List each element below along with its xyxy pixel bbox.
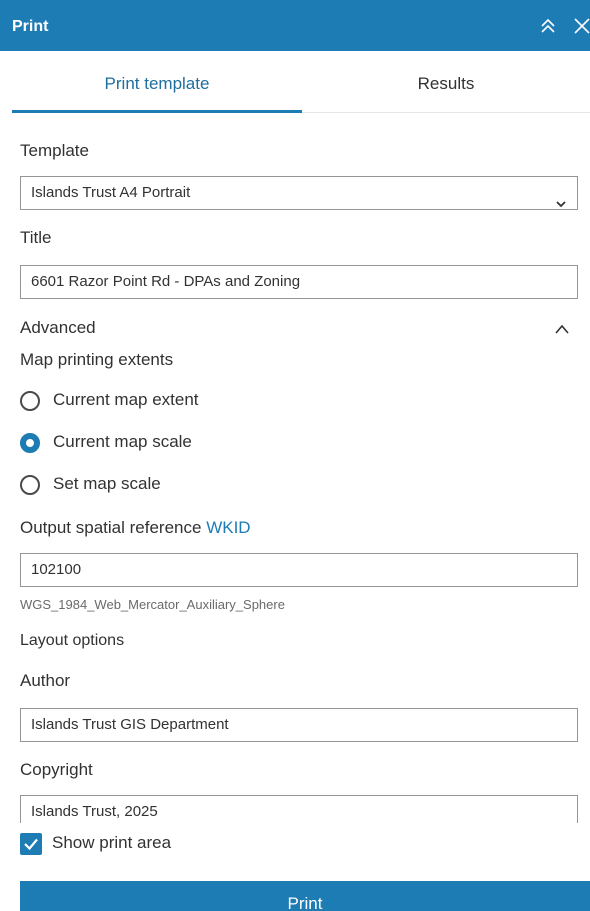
show-print-area-checkbox[interactable] <box>20 833 42 855</box>
chevron-down-icon <box>555 189 567 221</box>
show-print-area-label: Show print area <box>52 833 172 852</box>
radio-button-selected[interactable] <box>20 433 40 453</box>
radio-label: Set map scale <box>53 474 161 493</box>
close-icon[interactable] <box>572 16 590 36</box>
title-input[interactable]: 6601 Razor Point Rd - DPAs and Zoning <box>20 265 578 299</box>
print-button[interactable]: Print <box>20 881 590 911</box>
spatial-reference-name: WGS_1984_Web_Mercator_Auxiliary_Sphere <box>20 597 285 612</box>
wkid-input[interactable]: 102100 <box>20 553 578 587</box>
map-printing-extents-label: Map printing extents <box>20 350 174 369</box>
title-label: Title <box>20 228 52 247</box>
tab-print-template[interactable]: Print template <box>12 51 302 113</box>
radio-button[interactable] <box>20 475 40 495</box>
radio-label: Current map extent <box>53 390 199 409</box>
panel-title: Print <box>12 18 49 35</box>
author-label: Author <box>20 671 71 690</box>
tab-results[interactable]: Results <box>302 51 590 113</box>
author-input[interactable]: Islands Trust GIS Department <box>20 708 578 742</box>
chevron-up-icon[interactable] <box>554 322 570 340</box>
wkid-link[interactable]: WKID <box>206 518 250 537</box>
panel-header: Print <box>0 0 590 51</box>
tab-bar: Print template Results <box>12 51 590 113</box>
double-chevron-up-icon[interactable] <box>538 16 558 36</box>
copyright-input[interactable]: Islands Trust, 2025 <box>20 795 578 823</box>
radio-button[interactable] <box>20 391 40 411</box>
template-label: Template <box>20 141 89 160</box>
spatial-reference-text: Output spatial reference <box>20 518 202 537</box>
checkmark-icon <box>24 838 38 851</box>
radio-label: Current map scale <box>53 432 192 451</box>
template-select[interactable]: Islands Trust A4 Portrait <box>20 176 578 210</box>
template-select-value: Islands Trust A4 Portrait <box>31 184 191 201</box>
advanced-label[interactable]: Advanced <box>20 318 96 338</box>
copyright-label: Copyright <box>20 760 93 779</box>
output-spatial-reference-label: Output spatial reference WKID <box>20 518 251 538</box>
layout-options-label: Layout options <box>20 632 125 649</box>
